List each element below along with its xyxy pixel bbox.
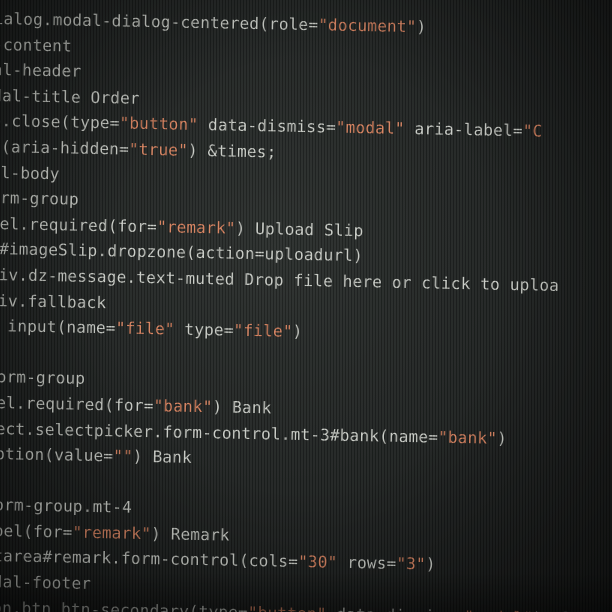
code-token: dal-title Order <box>0 85 140 108</box>
code-token: bel.required(for= <box>0 392 154 416</box>
code-string-token: "C <box>522 121 543 141</box>
code-token: aria-label= <box>404 119 523 141</box>
code-string-token: "true" <box>128 139 189 160</box>
code-token: al-header <box>0 60 82 81</box>
code-token: ) Cl <box>533 608 573 612</box>
code-token: data-dismiss= <box>198 115 337 137</box>
code-string-token: "bank" <box>437 427 498 448</box>
code-string-token: "bank" <box>153 396 213 417</box>
code-token: form-group <box>0 367 86 389</box>
code-token: data-dismiss= <box>326 604 464 612</box>
code-token: ) Upload Slip <box>235 218 364 240</box>
code-token: -content <box>0 34 73 56</box>
code-string-token: "3" <box>396 554 427 574</box>
code-string-token: "button" <box>119 113 199 135</box>
code-token: ialog.modal-dialog-centered(role= <box>0 8 319 35</box>
code-string-token: "" <box>113 446 134 466</box>
code-string-token: "modal" <box>464 607 533 612</box>
code-string-token: "button" <box>248 603 327 612</box>
code-token: input(name= <box>0 316 116 338</box>
code-string-token: "remark" <box>156 216 236 238</box>
code-token: orm-group <box>0 188 79 209</box>
code-token: n(aria-hidden= <box>0 136 130 159</box>
code-token: ) <box>425 554 436 575</box>
code-string-token: "document" <box>318 15 417 37</box>
code-token: ) &times; <box>187 140 277 162</box>
code-token: ) <box>496 428 508 448</box>
code-token: type= <box>174 319 234 340</box>
code-token: ) Bank <box>212 397 272 418</box>
code-token: ) <box>416 17 427 37</box>
code-token: m#imageSlip.dropzone(action=uploadurl) <box>0 239 364 266</box>
code-token: rows= <box>337 553 397 574</box>
code-token: odal-footer <box>0 571 92 594</box>
code-token: al-body <box>0 162 60 183</box>
code-token: bel.required(for= <box>0 213 158 236</box>
code-token: ton.btn.btn-secondary(type= <box>0 597 249 612</box>
code-string-token: "30" <box>297 552 338 573</box>
code-token: ) Bank <box>132 446 193 467</box>
code-token: option(value= <box>0 444 114 466</box>
code-string-token: "remark" <box>72 522 152 543</box>
code-token: div.fallback <box>0 290 107 312</box>
code-token: ) Remark <box>150 523 230 545</box>
code-editor[interactable]: ialog.modal-dialog-centered(role="docume… <box>0 6 584 612</box>
code-string-token: "file" <box>233 320 293 341</box>
code-token: abel(for= <box>0 520 73 542</box>
code-token: form-group.mt-4 <box>0 495 133 518</box>
code-token: xtarea#remark.form-control(cols= <box>0 546 299 572</box>
monitor-screen: ialog.modal-dialog-centered(role="docume… <box>0 0 612 612</box>
code-token: ) <box>292 321 303 342</box>
code-string-token: "file" <box>115 318 175 339</box>
code-string-token: "modal" <box>335 117 405 139</box>
code-token: n.close(type= <box>0 111 120 133</box>
